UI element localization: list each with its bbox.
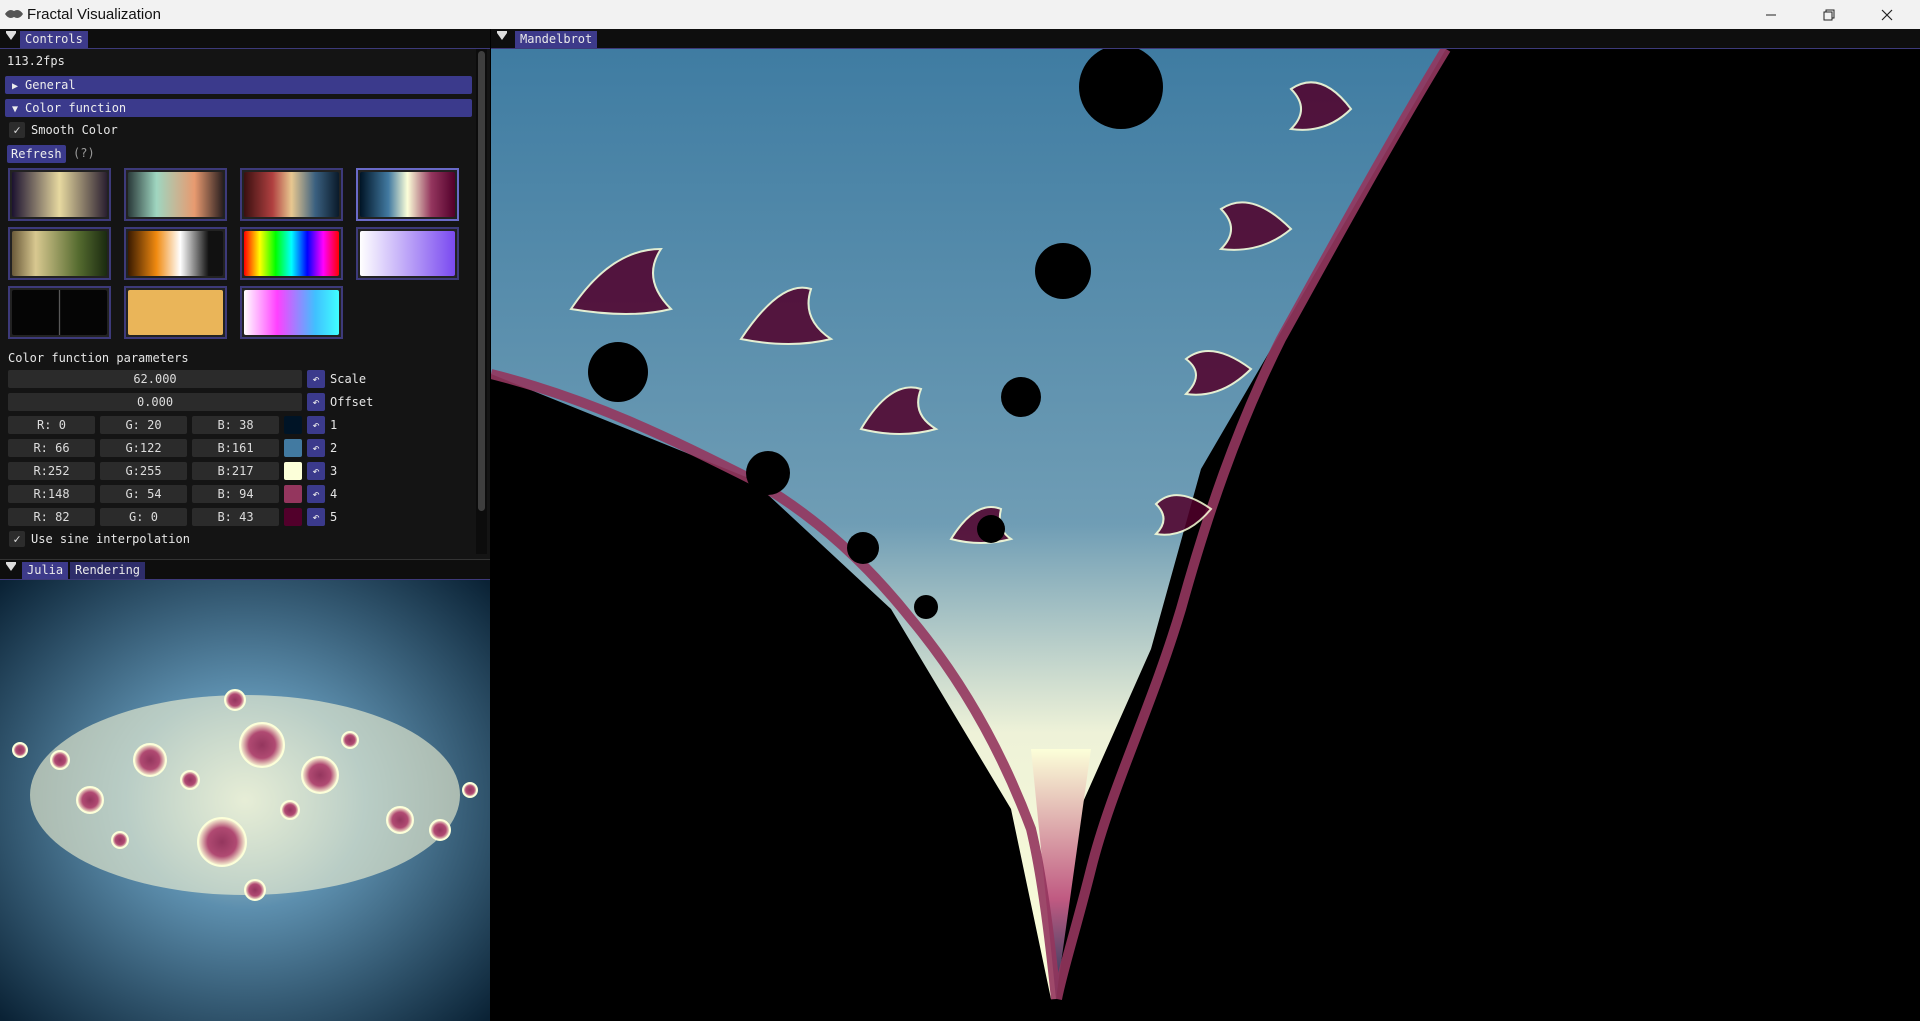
app-icon: [5, 10, 23, 18]
color-3-label: 3: [330, 464, 338, 478]
color-1-b[interactable]: B: 38: [192, 416, 279, 434]
color-1-label: 1: [330, 418, 338, 432]
offset-label: Offset: [330, 395, 374, 409]
sine-interpolation-checkbox[interactable]: ✓: [9, 531, 25, 547]
undo-icon: ↶: [312, 510, 320, 524]
smooth-color-label: Smooth Color: [31, 123, 118, 137]
color-1-g[interactable]: G: 20: [100, 416, 187, 434]
section-general-label: General: [25, 78, 76, 92]
color-1-r[interactable]: R: 0: [8, 416, 95, 434]
preset-gradient[interactable]: [8, 168, 111, 221]
check-icon: ✓: [13, 123, 21, 137]
section-color-function-header[interactable]: ▼ Color function: [5, 99, 472, 117]
smooth-color-checkbox[interactable]: ✓: [9, 122, 25, 138]
color-2-b[interactable]: B:161: [192, 439, 279, 457]
color-4-label: 4: [330, 487, 338, 501]
color-5-swatch[interactable]: [284, 508, 302, 526]
color-2-label: 2: [330, 441, 338, 455]
section-color-function-label: Color function: [25, 101, 127, 115]
params-title: Color function parameters: [8, 351, 189, 365]
preset-gradient[interactable]: [356, 227, 459, 280]
window-titlebar: Fractal Visualization: [0, 0, 1920, 29]
preset-gradient[interactable]: [240, 286, 343, 339]
color-5-reset-button[interactable]: ↶: [307, 508, 325, 526]
check-icon: ✓: [13, 532, 21, 546]
minimize-icon: [1766, 14, 1776, 15]
close-icon: [1881, 9, 1893, 20]
undo-icon: ↶: [312, 441, 320, 455]
controls-panel: Controls 113.2fps ▶ General ▼ Color functi…: [0, 29, 490, 559]
close-button[interactable]: [1858, 0, 1916, 29]
mandelbrot-panel: Mandelbrot: [491, 29, 1920, 1020]
scale-reset-button[interactable]: ↶: [307, 370, 325, 388]
color-1-swatch[interactable]: [284, 416, 302, 434]
julia-tabbar: Julia Rendering: [0, 560, 490, 580]
color-3-b[interactable]: B:217: [192, 462, 279, 480]
collapsed-arrow-icon: ▶: [11, 81, 19, 92]
undo-icon: ↶: [312, 372, 320, 386]
tab-julia[interactable]: Julia: [22, 562, 69, 579]
fps-readout: 113.2fps: [7, 54, 65, 68]
window-title: Fractal Visualization: [27, 6, 161, 23]
offset-reset-button[interactable]: ↶: [307, 393, 325, 411]
color-5-b[interactable]: B: 43: [192, 508, 279, 526]
preset-gradient[interactable]: [124, 168, 227, 221]
sine-interpolation-label: Use sine interpolation: [31, 532, 190, 546]
color-2-r[interactable]: R: 66: [8, 439, 95, 457]
controls-tabbar: Controls: [0, 29, 490, 49]
undo-icon: ↶: [312, 395, 320, 409]
restore-button[interactable]: [1800, 0, 1858, 29]
color-3-r[interactable]: R:252: [8, 462, 95, 480]
color-3-swatch[interactable]: [284, 462, 302, 480]
refresh-button[interactable]: Refresh: [7, 145, 66, 163]
tab-rendering[interactable]: Rendering: [70, 562, 146, 579]
color-4-b[interactable]: B: 94: [192, 485, 279, 503]
color-4-reset-button[interactable]: ↶: [307, 485, 325, 503]
help-marker[interactable]: (?): [73, 146, 95, 160]
preset-gradient[interactable]: [240, 227, 343, 280]
color-4-r[interactable]: R:148: [8, 485, 95, 503]
window-menu-icon[interactable]: [497, 31, 507, 40]
tab-controls[interactable]: Controls: [20, 31, 88, 48]
color-2-reset-button[interactable]: ↶: [307, 439, 325, 457]
scrollbar-thumb[interactable]: [478, 51, 485, 511]
color-1-reset-button[interactable]: ↶: [307, 416, 325, 434]
mandelbrot-tabbar: Mandelbrot: [491, 29, 1920, 49]
undo-icon: ↶: [312, 487, 320, 501]
undo-icon: ↶: [312, 418, 320, 432]
section-general-header[interactable]: ▶ General: [5, 76, 472, 94]
color-4-g[interactable]: G: 54: [100, 485, 187, 503]
color-5-r[interactable]: R: 82: [8, 508, 95, 526]
preset-gradient[interactable]: [240, 168, 343, 221]
preset-gradient[interactable]: [8, 286, 111, 339]
mandelbrot-fractal-view[interactable]: [491, 49, 1920, 1020]
color-3-reset-button[interactable]: ↶: [307, 462, 325, 480]
color-5-g[interactable]: G: 0: [100, 508, 187, 526]
scale-label: Scale: [330, 372, 367, 386]
controls-scrollbar[interactable]: [476, 49, 487, 554]
scale-field[interactable]: 62.000: [8, 370, 302, 388]
undo-icon: ↶: [312, 464, 320, 478]
preset-gradient-selected[interactable]: [356, 168, 459, 221]
color-3-g[interactable]: G:255: [100, 462, 187, 480]
window-menu-icon[interactable]: [6, 562, 16, 571]
color-5-label: 5: [330, 510, 338, 524]
offset-field[interactable]: 0.000: [8, 393, 302, 411]
restore-icon: [1823, 9, 1835, 20]
color-4-swatch[interactable]: [284, 485, 302, 503]
window-menu-icon[interactable]: [6, 31, 16, 40]
tab-mandelbrot[interactable]: Mandelbrot: [515, 31, 598, 48]
color-2-g[interactable]: G:122: [100, 439, 187, 457]
preset-gradient[interactable]: [124, 286, 227, 339]
color-2-swatch[interactable]: [284, 439, 302, 457]
julia-fractal-view[interactable]: [0, 580, 490, 1021]
minimize-button[interactable]: [1742, 0, 1800, 29]
preset-gradient[interactable]: [124, 227, 227, 280]
julia-panel: Julia Rendering: [0, 559, 490, 1021]
expanded-arrow-icon: ▼: [11, 104, 19, 115]
preset-gradient[interactable]: [8, 227, 111, 280]
